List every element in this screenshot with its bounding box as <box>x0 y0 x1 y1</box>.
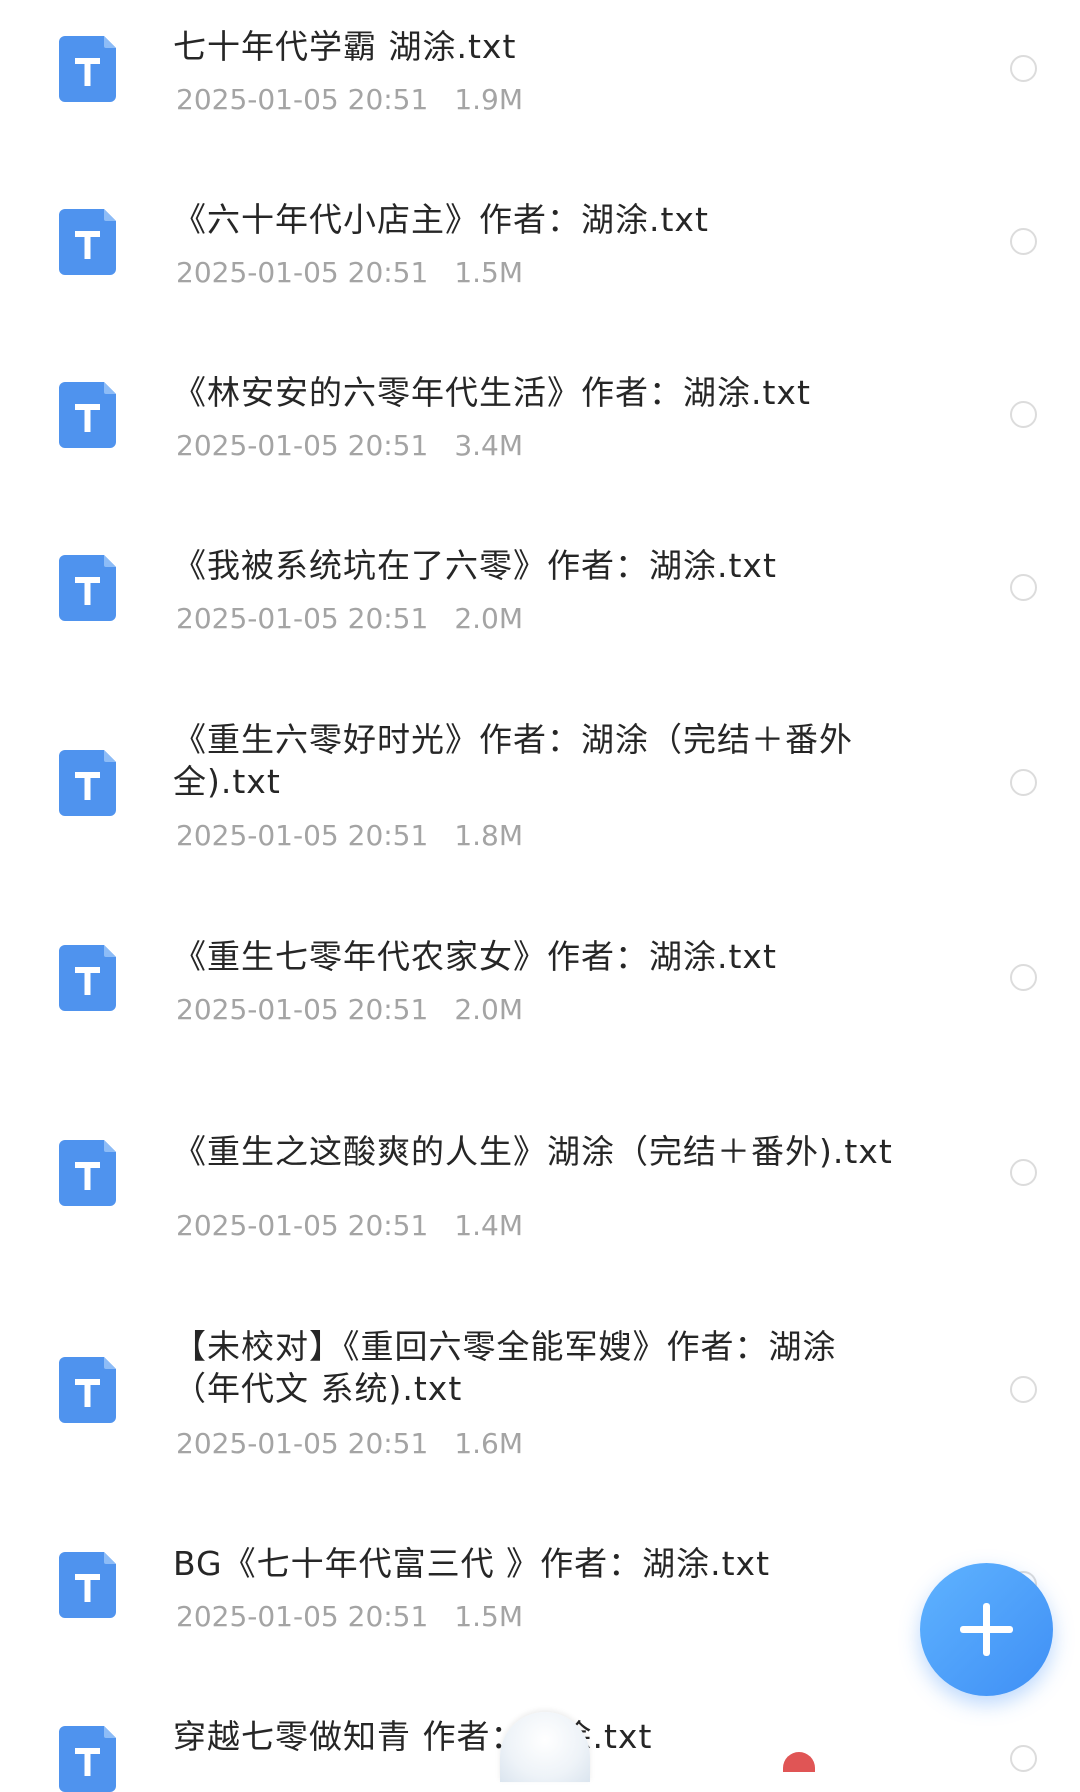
file-list: 七十年代学霸 湖涂.txt 2025-01-05 20:51 1.9M 《六十年代… <box>0 0 1080 1792</box>
file-date: 2025-01-05 20:51 <box>176 819 429 852</box>
file-size: 1.6M <box>454 1427 524 1460</box>
select-radio[interactable] <box>1010 574 1037 601</box>
file-title: 七十年代学霸 湖涂.txt <box>173 27 517 66</box>
select-radio[interactable] <box>1010 401 1037 428</box>
file-title: 《六十年代小店主》作者：湖涂.txt <box>173 200 709 239</box>
file-title: 《我被系统坑在了六零》作者：湖涂.txt <box>173 546 777 585</box>
file-size: 1.9M <box>454 83 524 116</box>
file-size: 2.0M <box>454 993 524 1026</box>
file-date: 2025-01-05 20:51 <box>176 1600 429 1633</box>
select-radio[interactable] <box>1010 55 1037 82</box>
file-meta: 2025-01-05 20:51 2.0M <box>176 602 523 636</box>
txt-file-icon <box>59 382 116 448</box>
file-size: 3.4M <box>454 429 524 462</box>
txt-file-icon <box>59 36 116 102</box>
txt-file-icon <box>59 1357 116 1423</box>
txt-file-icon <box>59 209 116 275</box>
file-title: BG《七十年代富三代 》作者：湖涂.txt <box>173 1544 771 1583</box>
file-date: 2025-01-05 20:51 <box>176 993 429 1026</box>
select-radio[interactable] <box>1010 964 1037 991</box>
file-size: 1.4M <box>454 1209 524 1242</box>
file-title: 《重生之这酸爽的人生》湖涂（完结＋番外).txt <box>173 1132 893 1171</box>
select-radio[interactable] <box>1010 769 1037 796</box>
file-size: 1.5M <box>454 256 524 289</box>
add-button[interactable] <box>920 1563 1053 1696</box>
file-meta: 2025-01-05 20:51 1.4M <box>176 1209 523 1243</box>
file-meta: 2025-01-05 20:51 2.0M <box>176 993 523 1027</box>
file-meta: 2025-01-05 20:51 1.5M <box>176 1600 523 1634</box>
txt-file-icon <box>59 945 116 1011</box>
select-radio[interactable] <box>1010 1376 1037 1403</box>
txt-file-icon <box>59 1552 116 1618</box>
file-date: 2025-01-05 20:51 <box>176 1209 429 1242</box>
file-date: 2025-01-05 20:51 <box>176 429 429 462</box>
select-radio[interactable] <box>1010 1745 1037 1772</box>
file-size: 1.5M <box>454 1600 524 1633</box>
file-date: 2025-01-05 20:51 <box>176 83 429 116</box>
file-title: 【未校对】《重回六零全能军嫂》作者：湖涂（年代文 系统).txt <box>173 1327 837 1408</box>
plus-icon <box>983 1603 990 1656</box>
file-date: 2025-01-05 20:51 <box>176 256 429 289</box>
file-title: 《重生七零年代农家女》作者：湖涂.txt <box>173 937 777 976</box>
txt-file-icon <box>59 750 116 816</box>
file-size: 2.0M <box>454 602 524 635</box>
file-meta: 2025-01-05 20:51 1.5M <box>176 256 523 290</box>
file-title: 《林安安的六零年代生活》作者：湖涂.txt <box>173 373 811 412</box>
file-meta: 2025-01-05 20:51 1.6M <box>176 1427 523 1461</box>
file-date: 2025-01-05 20:51 <box>176 1427 429 1460</box>
file-meta: 2025-01-05 20:51 3.4M <box>176 429 523 463</box>
file-meta: 2025-01-05 20:51 1.8M <box>176 819 523 853</box>
select-radio[interactable] <box>1010 1159 1037 1186</box>
txt-file-icon <box>59 555 116 621</box>
file-title: 《重生六零好时光》作者：湖涂（完结＋番外全).txt <box>173 720 853 801</box>
file-size: 1.8M <box>454 819 524 852</box>
select-radio[interactable] <box>1010 228 1037 255</box>
txt-file-icon <box>59 1726 116 1792</box>
file-date: 2025-01-05 20:51 <box>176 602 429 635</box>
txt-file-icon <box>59 1140 116 1206</box>
file-meta: 2025-01-05 20:51 1.9M <box>176 83 523 117</box>
